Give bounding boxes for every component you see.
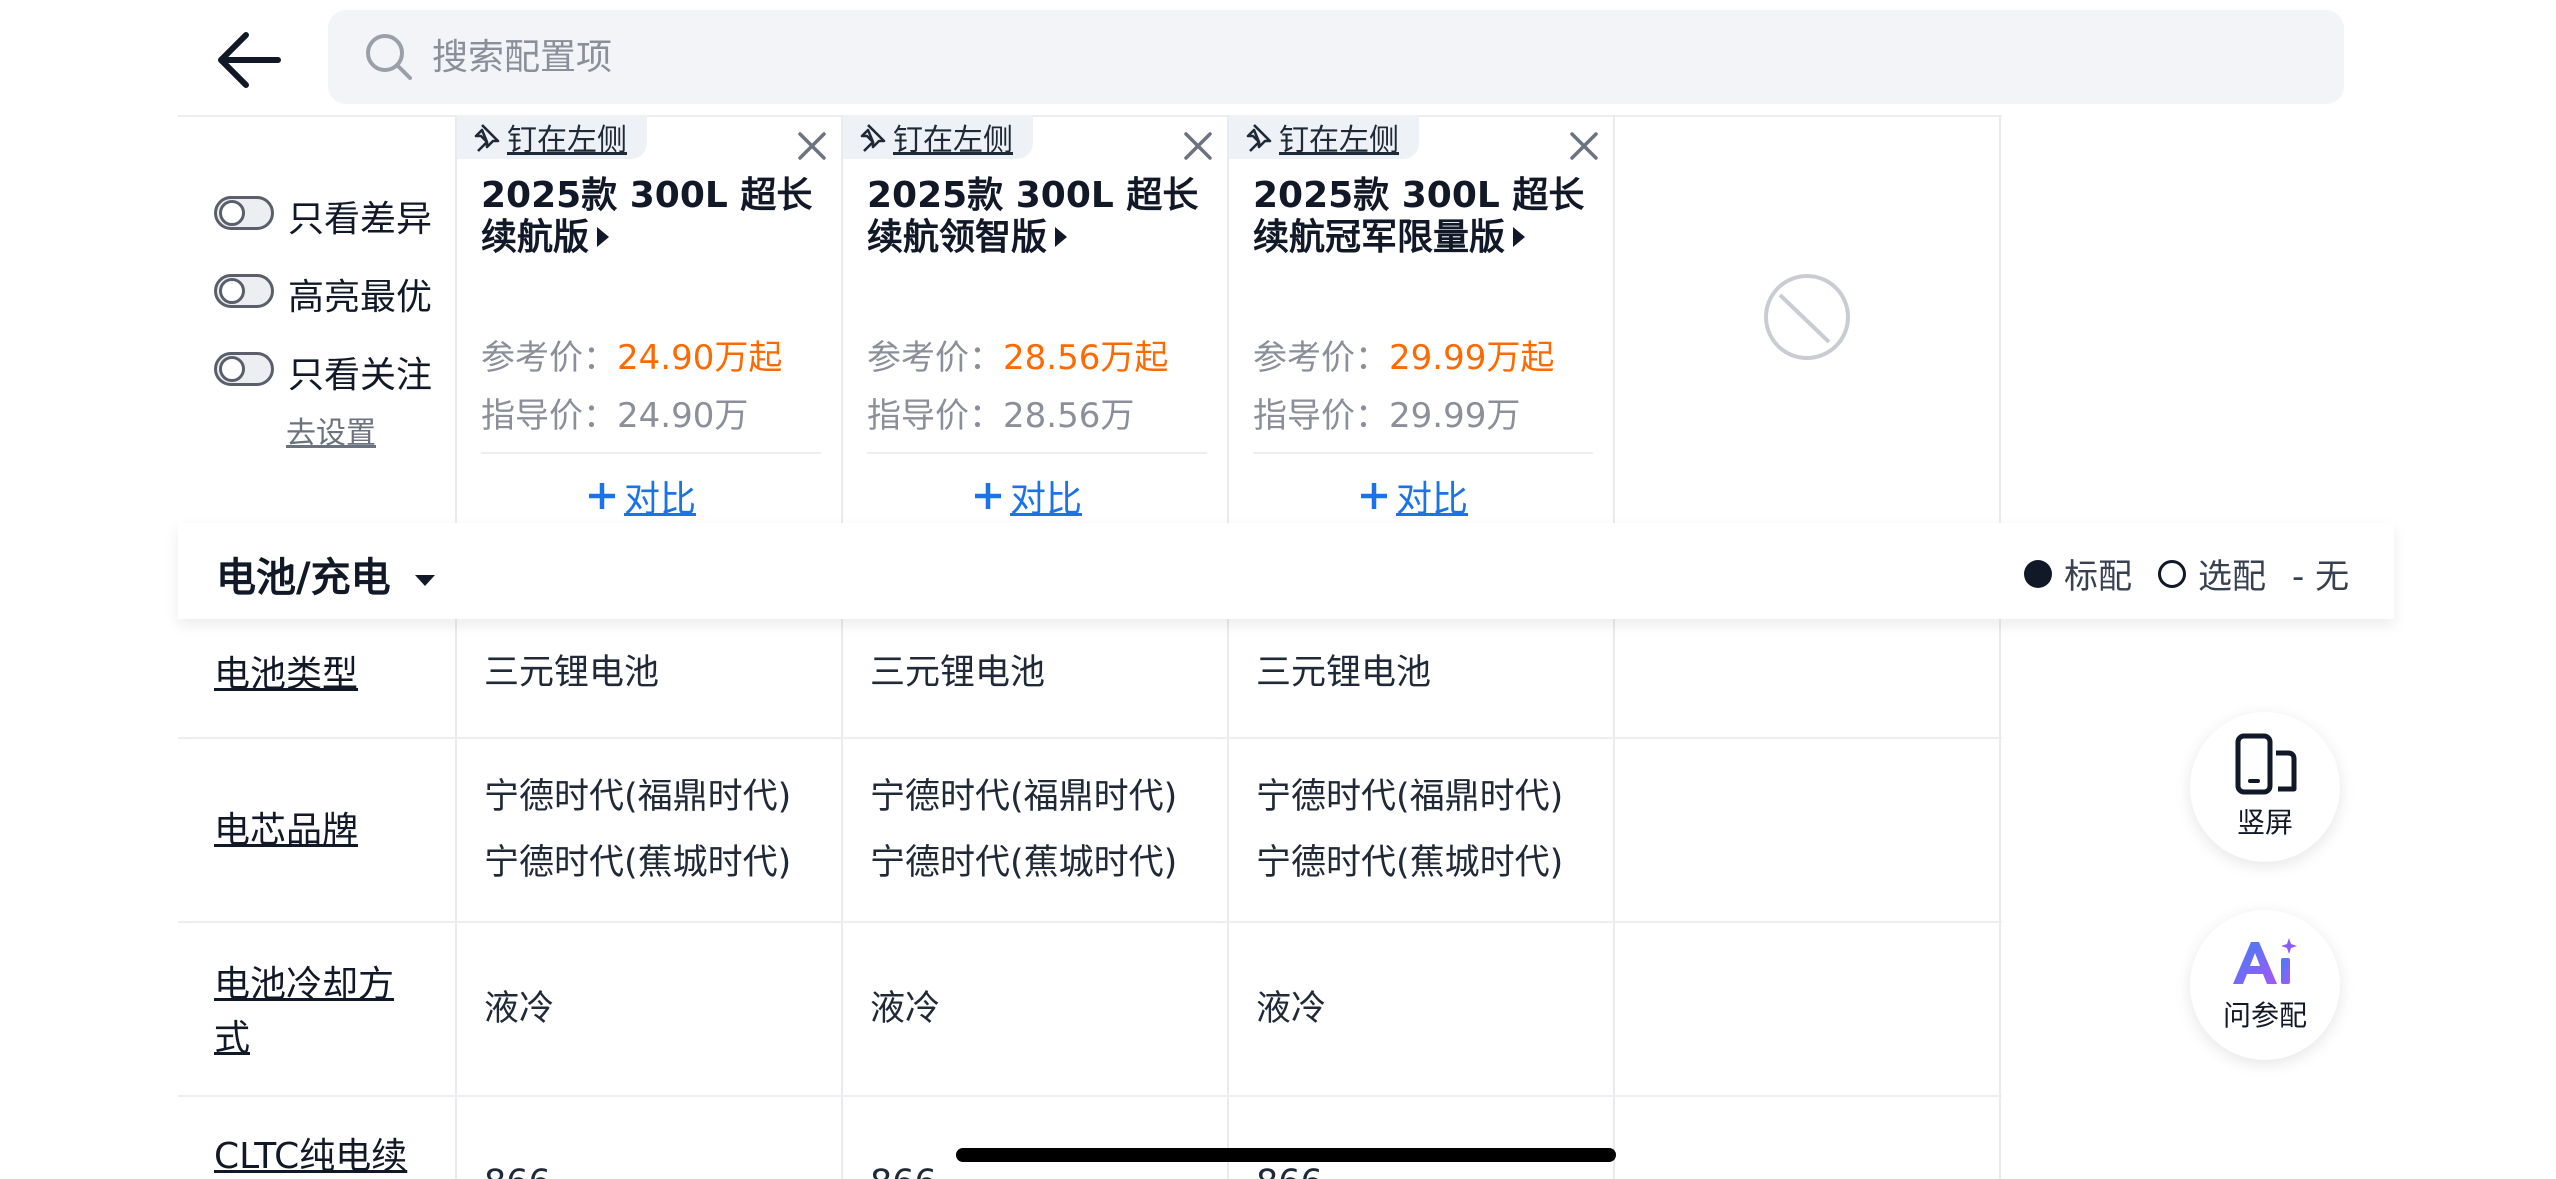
caret-right-icon: [1055, 227, 1068, 247]
toggle-switch[interactable]: [214, 352, 274, 386]
filter-watched-only[interactable]: [214, 352, 274, 386]
remove-car-close-icon[interactable]: [792, 126, 832, 166]
pin-label: 钉在左侧: [893, 123, 1013, 158]
optional-circle-icon: [2158, 559, 2186, 588]
ref-price: 参考价：28.56万起: [867, 338, 1169, 378]
table-cell: 三元锂电池: [1256, 653, 1432, 693]
table-cell: 宁德时代(福鼎时代) 宁德时代(蕉城时代): [1256, 777, 1564, 883]
row-label[interactable]: CLTC纯电续: [214, 1130, 407, 1179]
plus-icon: [589, 483, 615, 509]
plus-icon: [1361, 483, 1387, 509]
table-cell: 宁德时代(福鼎时代) 宁德时代(蕉城时代): [870, 777, 1178, 883]
car-name[interactable]: 2025款 300L 超长 续航版: [481, 175, 812, 259]
col-divider-2: [841, 115, 843, 1179]
guide-price: 指导价：24.90万: [481, 396, 749, 436]
pin-icon: [1246, 124, 1272, 152]
portrait-mode-button[interactable]: 竖屏: [2190, 712, 2340, 862]
pin-left-button[interactable]: 钉在左侧: [1229, 115, 1419, 159]
pin-label: 钉在左侧: [507, 123, 627, 158]
table-cell: 三元锂电池: [870, 653, 1046, 693]
standard-dot-icon: [2024, 559, 2052, 588]
pin-left-button[interactable]: 钉在左侧: [843, 115, 1033, 159]
table-cell: 三元锂电池: [484, 653, 660, 693]
home-indicator: [956, 1148, 1616, 1162]
add-compare-button[interactable]: 对比: [972, 470, 1082, 522]
table-cell: 液冷: [1256, 989, 1327, 1029]
table-cell: 液冷: [484, 989, 555, 1029]
add-compare-button[interactable]: 对比: [586, 470, 696, 522]
go-settings-link[interactable]: 去设置: [286, 408, 376, 452]
pin-icon: [474, 124, 500, 152]
table-cell: 液冷: [870, 989, 941, 1029]
caret-right-icon: [1513, 227, 1526, 247]
ai-icon: [2233, 938, 2297, 984]
row-divider: [178, 1095, 2002, 1097]
card-divider: [1253, 452, 1593, 454]
caret-down-icon: [414, 575, 435, 586]
row-divider: [178, 921, 2002, 923]
guide-price: 指导价：29.99万: [1253, 396, 1521, 436]
legend: 标配 选配 - 无: [2024, 549, 2349, 598]
toggle-switch[interactable]: [214, 196, 274, 230]
pin-left-button[interactable]: 钉在左侧: [457, 115, 647, 159]
col-divider-4: [1613, 115, 1615, 1179]
remove-car-close-icon[interactable]: [1178, 126, 1218, 166]
col-divider-1: [455, 115, 457, 1179]
search-bar[interactable]: [328, 10, 2344, 104]
ask-config-button[interactable]: 问参配: [2190, 910, 2340, 1060]
search-icon: [366, 34, 412, 80]
col-divider-3: [1227, 115, 1229, 1179]
remove-car-close-icon[interactable]: [1564, 126, 1604, 166]
phone-rotate-icon: [2235, 733, 2297, 795]
header-divider: [178, 115, 2002, 117]
table-cell: 866: [484, 1150, 551, 1179]
add-compare-button[interactable]: 对比: [1358, 470, 1468, 522]
pin-label: 钉在左侧: [1279, 123, 1399, 158]
col-divider-5: [1999, 115, 2001, 1179]
toggle-switch[interactable]: [214, 274, 274, 308]
filter-diff-only[interactable]: [214, 196, 274, 230]
guide-price: 指导价：28.56万: [867, 396, 1135, 436]
pin-icon: [860, 124, 886, 152]
caret-right-icon: [597, 227, 610, 247]
filter-label: 高亮最优: [288, 277, 433, 318]
table-cell: 866: [870, 1150, 937, 1179]
section-header: 电池/充电 标配 选配 - 无: [178, 523, 2394, 619]
plus-icon: [975, 483, 1001, 509]
search-input[interactable]: [432, 36, 2232, 78]
back-arrow-icon: [218, 32, 281, 88]
section-title[interactable]: 电池/充电: [216, 545, 437, 603]
filter-highlight-best[interactable]: [214, 274, 274, 308]
table-cell: 宁德时代(福鼎时代) 宁德时代(蕉城时代): [484, 777, 792, 883]
card-divider: [867, 452, 1207, 454]
filter-label: 只看差异: [288, 199, 433, 240]
ref-price: 参考价：29.99万起: [1253, 338, 1555, 378]
empty-slot-prohibited-icon: [1764, 274, 1850, 360]
back-button[interactable]: [206, 24, 292, 96]
filter-label: 只看关注: [288, 355, 433, 396]
row-divider: [178, 737, 2002, 739]
row-label[interactable]: 电池类型: [214, 648, 358, 702]
card-divider: [481, 452, 821, 454]
row-label[interactable]: 电池冷却方式: [214, 958, 394, 1066]
car-name[interactable]: 2025款 300L 超长 续航领智版: [867, 175, 1198, 259]
car-name[interactable]: 2025款 300L 超长 续航冠军限量版: [1253, 175, 1584, 259]
ref-price: 参考价：24.90万起: [481, 338, 783, 378]
row-label[interactable]: 电芯品牌: [214, 804, 358, 858]
